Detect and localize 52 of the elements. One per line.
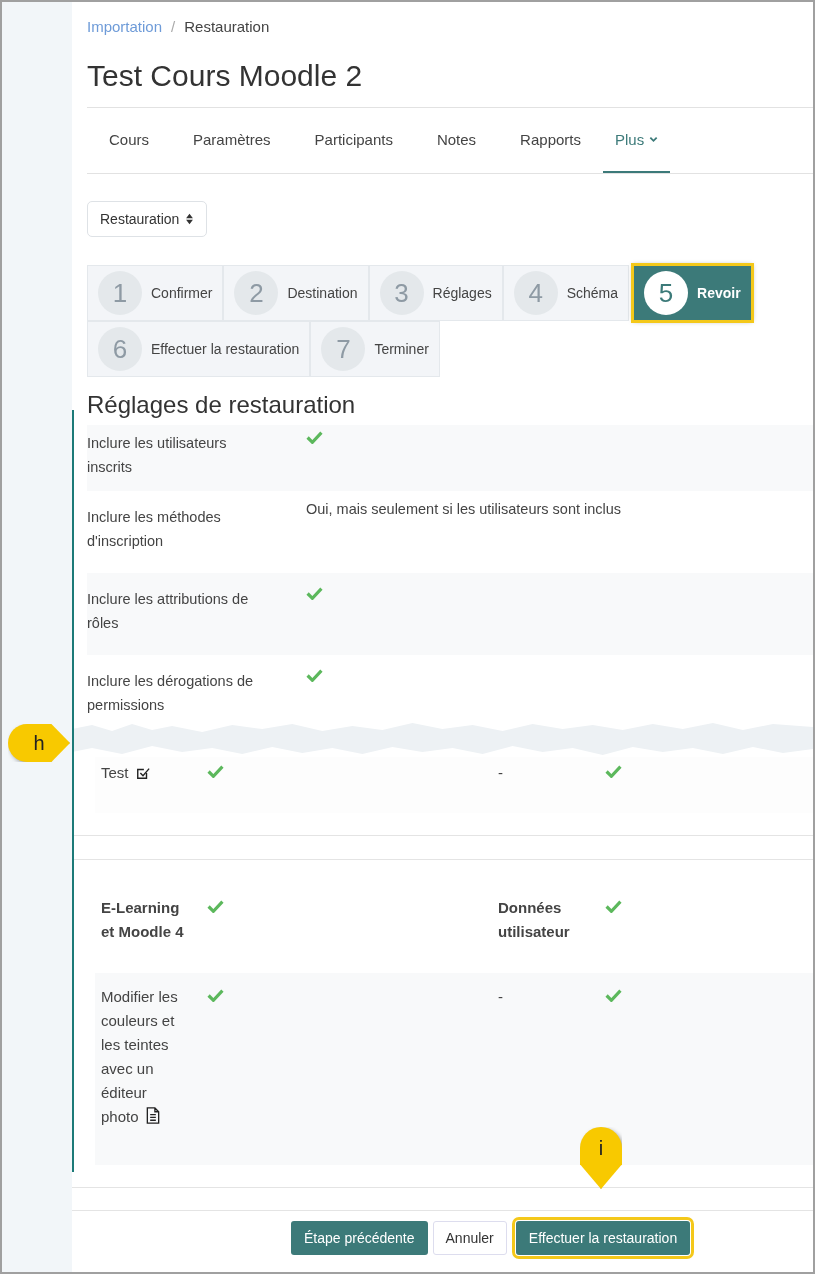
section-name: E-Learning et Moodle 4 [101, 898, 185, 942]
step-label: Effectuer la restauration [151, 341, 300, 357]
user-data-value: - [498, 987, 504, 1007]
setting-label: Inclure les attributions de rôles [87, 590, 250, 633]
nav-tab[interactable]: Rapports [498, 108, 603, 173]
step-label: Terminer [374, 341, 429, 357]
user-data-label: Données utilisateur [498, 898, 571, 942]
document-icon [145, 1107, 160, 1124]
nav-tab[interactable]: Cours [87, 108, 171, 173]
step-label: Destination [287, 285, 358, 301]
nav-tab[interactable]: Notes [414, 108, 499, 173]
nav-tab[interactable]: Paramètres [171, 108, 293, 173]
step-tab[interactable]: 1 Confirmer [87, 265, 224, 321]
nav-tab[interactable]: Plus [603, 108, 671, 173]
setting-label: Inclure les méthodes d'inscription [87, 508, 222, 551]
page-select[interactable]: Restauration [87, 201, 208, 237]
step-tab[interactable]: 7 Terminer [310, 321, 440, 377]
step-tab[interactable]: 2 Destination [223, 265, 369, 321]
activity-name: Modifier les couleurs et les teintes avec un éditeur photo [101, 987, 179, 1127]
step-number: 2 [234, 271, 279, 315]
page-title: Test Cours Moodle 2 [87, 38, 813, 108]
step-tab[interactable]: 5 Revoir [633, 265, 752, 321]
check-icon [306, 431, 323, 444]
step-number: 5 [644, 271, 689, 315]
check-icon [306, 587, 323, 600]
step-number: 7 [321, 327, 366, 371]
cancel-button[interactable]: Annuler [432, 1221, 507, 1255]
step-number: 1 [98, 271, 142, 315]
step-tab[interactable]: 6 Effectuer la restauration [87, 321, 311, 377]
step-number: 4 [513, 271, 558, 315]
step-number: 6 [98, 327, 142, 371]
step-label: Réglages [432, 285, 492, 301]
setting-label: Inclure les utilisateurs inscrits [87, 434, 228, 477]
step-label: Schéma [566, 285, 619, 301]
setting-label: Inclure les dérogations de permissions [87, 672, 255, 715]
user-data-value: - [498, 763, 504, 783]
step-tab[interactable]: 3 Réglages [368, 265, 503, 321]
breadcrumb-current: Restauration [184, 18, 270, 37]
breadcrumb-separator: / [171, 18, 176, 37]
activity-name: Test [101, 764, 129, 781]
action-button[interactable]: Étape précédente [291, 1221, 428, 1255]
nav-tab[interactable]: Participants [292, 108, 415, 173]
sort-icon [185, 213, 195, 225]
section-heading: Réglages de restauration [87, 391, 357, 419]
callout-marker: i [580, 1127, 622, 1189]
step-number: 3 [379, 271, 424, 315]
step-label: Confirmer [151, 285, 213, 301]
step-label: Revoir [697, 285, 741, 301]
step-tab[interactable]: 4 Schéma [502, 265, 630, 321]
check-icon [306, 669, 323, 682]
checkbox-icon [135, 766, 150, 780]
setting-value: Oui, mais seulement si les utilisateurs sont inclus [306, 500, 622, 519]
